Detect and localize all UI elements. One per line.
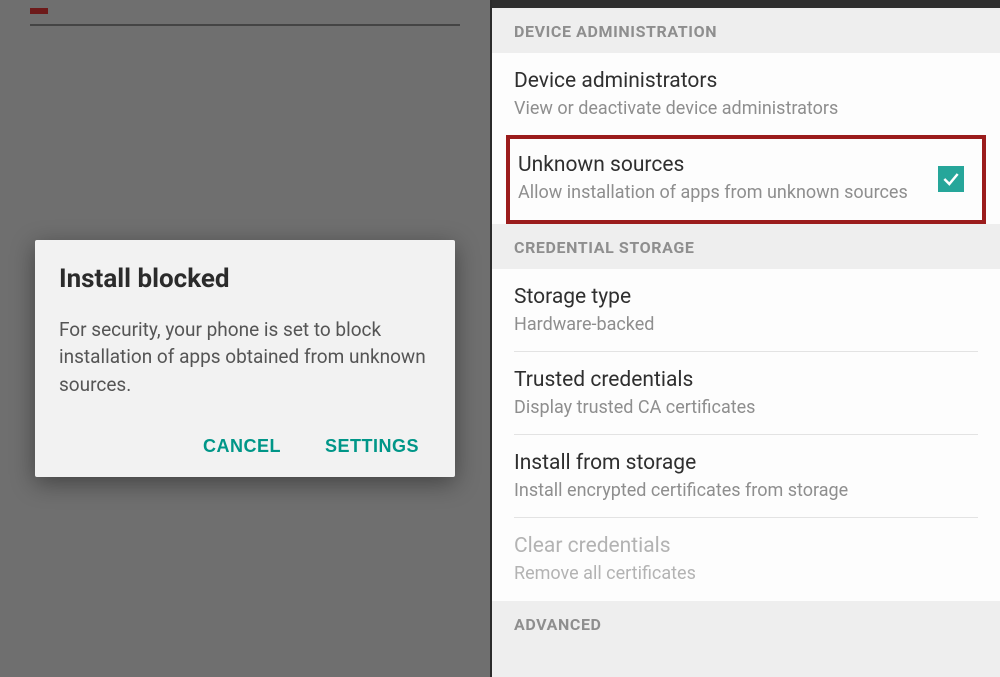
left-screenshot: Install blocked For security, your phone… xyxy=(0,0,492,677)
device-admin-group: Device administrators View or deactivate… xyxy=(492,53,1000,135)
setting-subtitle: Hardware-backed xyxy=(514,313,978,337)
unknown-sources-row[interactable]: Unknown sources Allow installation of ap… xyxy=(518,153,926,205)
clear-credentials-row: Clear credentials Remove all certificate… xyxy=(514,518,978,600)
setting-title: Unknown sources xyxy=(518,153,926,177)
setting-title: Device administrators xyxy=(514,69,978,93)
dialog-scrim: Install blocked For security, your phone… xyxy=(0,0,490,677)
trusted-credentials-row[interactable]: Trusted credentials Display trusted CA c… xyxy=(514,352,978,435)
setting-title: Clear credentials xyxy=(514,534,978,558)
section-header-credential-storage: CREDENTIAL STORAGE xyxy=(492,224,1000,269)
setting-title: Trusted credentials xyxy=(514,368,978,392)
setting-subtitle: View or deactivate device administrators xyxy=(514,97,978,121)
setting-subtitle: Display trusted CA certificates xyxy=(514,396,978,420)
unknown-sources-checkbox[interactable] xyxy=(938,166,964,192)
credential-storage-group: Storage type Hardware-backed Trusted cre… xyxy=(492,269,1000,601)
storage-type-row[interactable]: Storage type Hardware-backed xyxy=(514,269,978,352)
cancel-button[interactable]: CANCEL xyxy=(199,430,285,463)
unknown-sources-wrapper: Unknown sources Allow installation of ap… xyxy=(492,135,1000,223)
settings-button[interactable]: SETTINGS xyxy=(321,430,423,463)
device-administrators-row[interactable]: Device administrators View or deactivate… xyxy=(514,53,978,135)
dialog-title: Install blocked xyxy=(59,264,431,294)
setting-subtitle: Allow installation of apps from unknown … xyxy=(518,181,926,205)
setting-subtitle: Remove all certificates xyxy=(514,562,978,586)
section-header-device-admin: DEVICE ADMINISTRATION xyxy=(492,8,1000,53)
install-blocked-dialog: Install blocked For security, your phone… xyxy=(35,240,455,478)
section-header-advanced: ADVANCED xyxy=(492,601,1000,640)
setting-subtitle: Install encrypted certificates from stor… xyxy=(514,479,978,503)
install-from-storage-row[interactable]: Install from storage Install encrypted c… xyxy=(514,435,978,518)
dialog-body: For security, your phone is set to block… xyxy=(59,316,431,399)
split-view: Install blocked For security, your phone… xyxy=(0,0,1000,677)
right-screenshot: DEVICE ADMINISTRATION Device administrat… xyxy=(492,0,1000,677)
check-icon xyxy=(941,169,961,189)
dialog-actions: CANCEL SETTINGS xyxy=(59,430,431,463)
status-bar xyxy=(492,0,1000,8)
setting-title: Install from storage xyxy=(514,451,978,475)
setting-title: Storage type xyxy=(514,285,978,309)
highlight-unknown-sources: Unknown sources Allow installation of ap… xyxy=(506,135,986,223)
